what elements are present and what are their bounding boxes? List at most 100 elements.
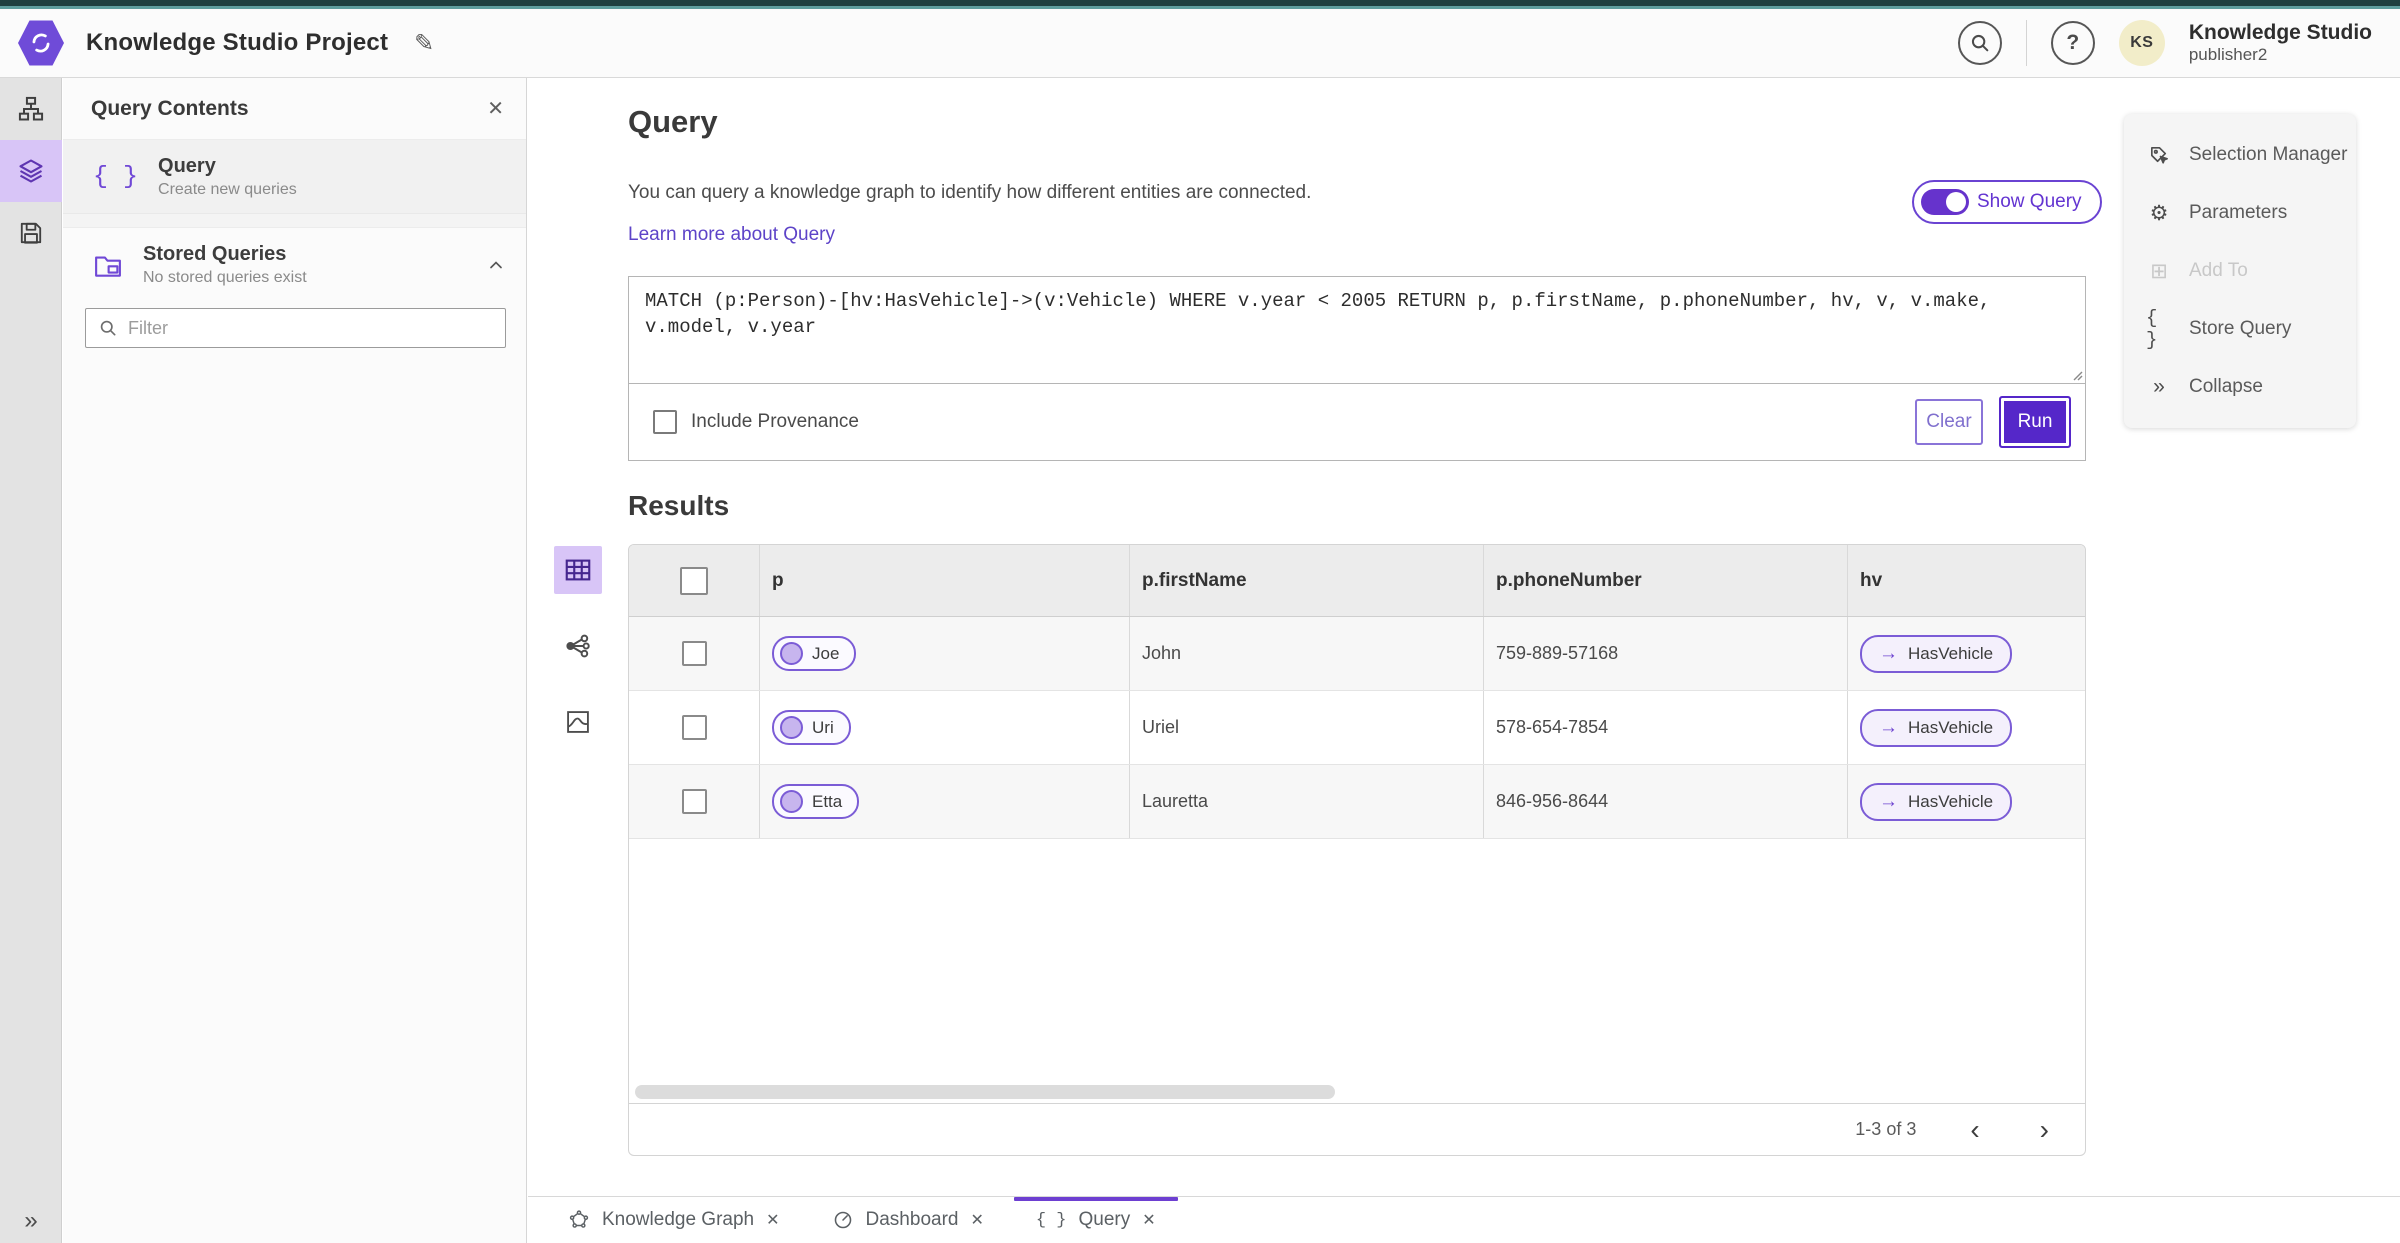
include-provenance-checkbox[interactable]	[653, 410, 677, 434]
cell-firstname: John	[1129, 617, 1483, 690]
table-row[interactable]: Uri Uriel 578-654-7854 → HasVehicle	[629, 691, 2085, 765]
cell-firstname: Uriel	[1129, 691, 1483, 764]
edge-pill[interactable]: → HasVehicle	[1860, 708, 2013, 747]
next-page-button[interactable]: ›	[2034, 1115, 2055, 1144]
cell-phonenumber: 759-889-57168	[1483, 617, 1847, 690]
tab-dashboard[interactable]: Dashboard ✕	[806, 1197, 1010, 1243]
edge-label: HasVehicle	[1908, 791, 1994, 811]
show-query-label: Show Query	[1977, 191, 2082, 212]
table-row[interactable]: Joe John 759-889-57168 → HasVehicle	[629, 617, 2085, 691]
learn-more-link[interactable]: Learn more about Query	[628, 224, 835, 246]
panel-header: Query Contents ✕	[63, 78, 526, 140]
active-tab-indicator	[1013, 1197, 1178, 1201]
graph-view-button[interactable]	[554, 622, 602, 670]
results-view-switcher	[550, 546, 606, 774]
close-tab-icon[interactable]: ✕	[766, 1210, 779, 1230]
row-checkbox[interactable]	[681, 715, 707, 740]
selection-manager-button[interactable]: Selection Manager	[2124, 126, 2356, 184]
query-tab-braces-icon: { }	[1035, 1210, 1067, 1230]
resize-handle-icon[interactable]	[2071, 369, 2083, 381]
node-pill[interactable]: Joe	[772, 636, 857, 671]
map-view-icon	[567, 711, 589, 733]
top-bar: Knowledge Studio Project ✎ ? KS Knowledg…	[0, 9, 2400, 78]
map-view-button[interactable]	[554, 698, 602, 746]
layers-icon	[19, 159, 43, 183]
panel-item-query[interactable]: { } Query Create new queries	[63, 140, 526, 214]
search-icon	[1971, 34, 1989, 52]
search-button[interactable]	[1957, 21, 2002, 65]
node-pill[interactable]: Uri	[772, 710, 851, 745]
node-label: Etta	[812, 791, 843, 811]
graph-view-icon	[566, 634, 590, 658]
node-label: Joe	[812, 643, 840, 663]
query-description: You can query a knowledge graph to ident…	[628, 182, 1312, 203]
previous-page-button[interactable]: ‹	[1964, 1115, 1985, 1144]
store-query-braces-icon: { }	[2146, 307, 2158, 351]
rail-item-save[interactable]	[0, 202, 62, 264]
results-card: p p.firstName p.phoneNumber hv Joe John …	[628, 544, 2086, 1156]
collapse-section-icon[interactable]	[486, 255, 506, 275]
query-item-subtitle: Create new queries	[158, 180, 297, 198]
column-header-phonenumber[interactable]: p.phoneNumber	[1483, 545, 1847, 616]
help-button[interactable]: ?	[2050, 21, 2095, 65]
horizontal-scrollbar[interactable]	[635, 1085, 1335, 1099]
expand-rail-icon[interactable]: »	[0, 1207, 62, 1235]
panel-title: Query Contents	[91, 96, 249, 120]
edge-pill[interactable]: → HasVehicle	[1860, 634, 2013, 673]
close-tab-icon[interactable]: ✕	[1142, 1210, 1155, 1230]
parameters-label: Parameters	[2189, 202, 2288, 223]
filter-field[interactable]	[85, 308, 506, 348]
query-input[interactable]: MATCH (p:Person)-[hv:HasVehicle]->(v:Veh…	[629, 277, 2085, 383]
node-pill[interactable]: Etta	[772, 784, 860, 819]
close-tab-icon[interactable]: ✕	[970, 1210, 983, 1230]
user-avatar[interactable]: KS	[2118, 20, 2165, 66]
column-header-p[interactable]: p	[759, 545, 1129, 616]
run-button[interactable]: Run	[1999, 396, 2071, 448]
edit-title-icon[interactable]: ✎	[414, 29, 434, 58]
collapse-panel-button[interactable]: » Collapse	[2124, 358, 2356, 416]
select-all-checkbox[interactable]	[680, 566, 708, 595]
user-name: Knowledge Studio	[2188, 21, 2372, 45]
query-controls-row: Include Provenance Clear Run	[629, 384, 2085, 460]
braces-icon: { }	[93, 162, 139, 191]
left-icon-rail: »	[0, 78, 62, 1243]
edge-pill[interactable]: → HasVehicle	[1860, 782, 2013, 821]
toggle-knob	[1946, 192, 1966, 212]
main-content: Query You can query a knowledge graph to…	[528, 78, 2400, 1196]
project-title: Knowledge Studio Project	[86, 29, 389, 56]
query-contents-panel: Query Contents ✕ { } Query Create new qu…	[63, 78, 527, 1243]
store-query-label: Store Query	[2189, 318, 2292, 339]
close-panel-icon[interactable]: ✕	[487, 96, 504, 121]
edge-arrow-icon: →	[1879, 717, 1898, 738]
filter-input[interactable]	[128, 317, 493, 339]
store-query-button[interactable]: { } Store Query	[2124, 300, 2356, 358]
tab-query[interactable]: { } Query ✕	[1010, 1197, 1182, 1243]
clear-button[interactable]: Clear	[1915, 399, 1983, 445]
rail-item-hierarchy[interactable]	[0, 78, 62, 140]
rail-item-queries[interactable]	[0, 140, 62, 202]
column-header-firstname[interactable]: p.firstName	[1129, 545, 1483, 616]
table-row[interactable]: Etta Lauretta 846-956-8644 → HasVehicle	[629, 765, 2085, 839]
show-query-toggle[interactable]: Show Query	[1912, 180, 2102, 224]
row-checkbox[interactable]	[681, 641, 707, 666]
top-accent-strip	[0, 0, 2400, 9]
row-checkbox[interactable]	[681, 789, 707, 814]
logo-swirl-icon	[32, 33, 50, 53]
tab-knowledge-graph[interactable]: Knowledge Graph ✕	[542, 1197, 806, 1243]
avatar-initials: KS	[2130, 34, 2154, 51]
app-logo[interactable]	[18, 20, 64, 66]
node-label: Uri	[812, 717, 834, 737]
help-icon: ?	[2066, 31, 2080, 54]
collapse-label: Collapse	[2189, 376, 2263, 397]
table-view-button[interactable]	[554, 546, 602, 594]
parameters-button[interactable]: ⚙ Parameters	[2124, 184, 2356, 242]
user-info: Knowledge Studio publisher2	[2189, 21, 2372, 65]
include-provenance-label: Include Provenance	[691, 411, 859, 432]
column-header-hv[interactable]: hv	[1847, 545, 2085, 616]
panel-item-stored-queries[interactable]: Stored Queries No stored queries exist	[63, 228, 526, 302]
save-floppy-icon	[20, 222, 42, 244]
stored-queries-folder-icon	[95, 256, 121, 277]
page-title: Query	[628, 104, 718, 139]
node-circle-icon	[780, 716, 803, 739]
results-title: Results	[628, 490, 730, 521]
